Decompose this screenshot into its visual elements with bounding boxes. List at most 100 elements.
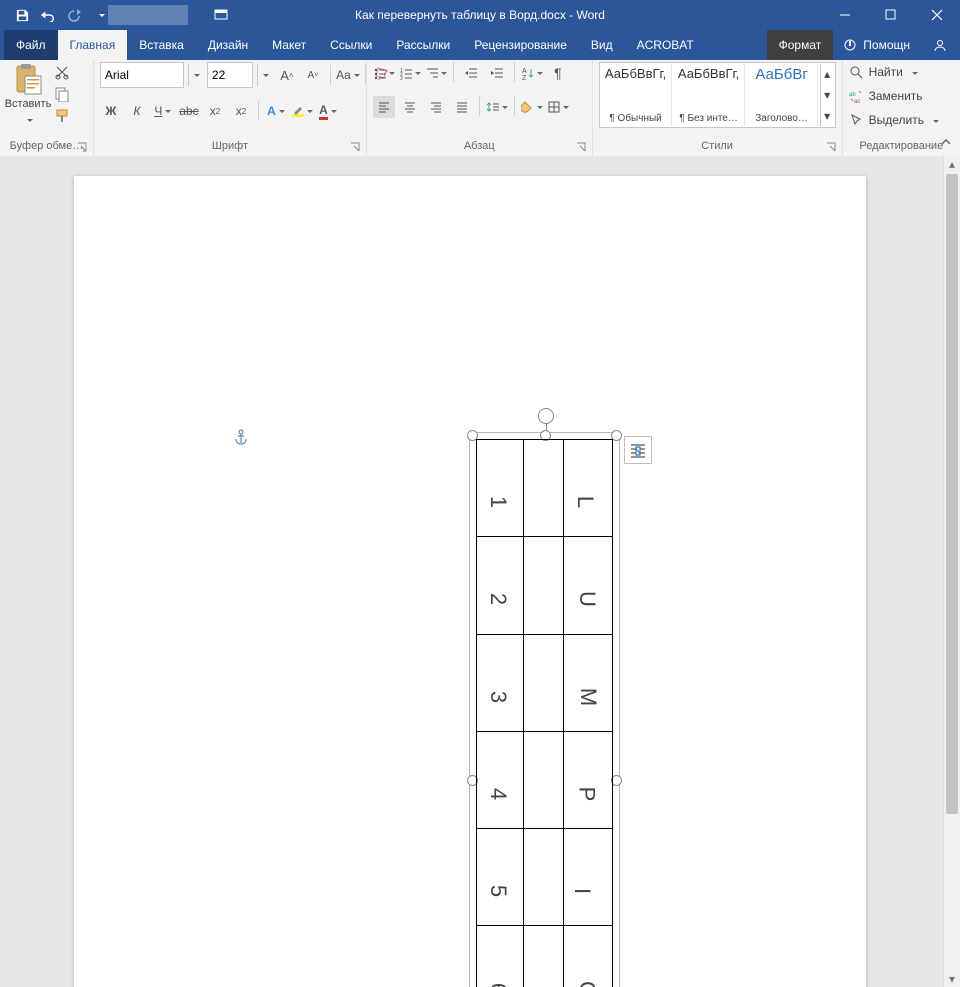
scroll-down-icon[interactable]: ▾ [944,971,960,987]
tab-mailings[interactable]: Рассылки [384,30,462,60]
vertical-scrollbar[interactable]: ▴ ▾ [943,156,960,987]
ribbon-display-options-icon[interactable] [198,0,244,30]
italic-icon[interactable]: К [126,100,148,122]
group-clipboard: Вставить Буфер обме… [0,60,94,156]
dialog-launcher-icon[interactable] [77,142,89,154]
select-label: Выделить [869,113,924,127]
style-no-spacing[interactable]: АаБбВвГг, ¶ Без инте… [674,64,745,126]
chevron-down-icon[interactable] [188,64,203,86]
dialog-launcher-icon[interactable] [826,142,838,154]
increase-indent-icon[interactable] [486,62,508,84]
group-paragraph-label: Абзац [464,140,495,152]
shading-icon[interactable] [521,96,543,118]
tab-review[interactable]: Рецензирование [462,30,579,60]
tab-acrobat[interactable]: ACROBAT [625,30,706,60]
tab-insert[interactable]: Вставка [127,30,196,60]
justify-icon[interactable] [451,96,473,118]
close-button[interactable] [914,0,960,30]
undo-icon[interactable] [40,7,56,23]
copy-icon[interactable] [54,86,70,102]
svg-text:Z: Z [522,75,527,80]
styles-gallery[interactable]: АаБбВвГг, ¶ Обычный АаБбВвГг, ¶ Без инте… [599,62,836,128]
scroll-thumb[interactable] [946,174,958,814]
table-cell: 4 [485,788,511,800]
subscript-icon[interactable]: x2 [204,100,226,122]
collapse-ribbon-icon[interactable] [936,132,956,152]
tab-references[interactable]: Ссылки [318,30,384,60]
strikethrough-icon[interactable]: abc [178,100,200,122]
title-bar: Как перевернуть таблицу в Ворд.docx - Wo… [0,0,960,30]
cut-icon[interactable] [54,64,70,80]
rotated-table[interactable]: 1L 2U 3M 4P 5I 6C 7S [476,439,613,987]
find-button[interactable]: Найти [849,62,939,82]
tab-design[interactable]: Дизайн [196,30,260,60]
replace-button[interactable]: abac Заменить [849,86,939,106]
paste-button[interactable]: Вставить [6,62,50,126]
gallery-scroll[interactable]: ▴ ▾ ▾ [820,64,834,126]
superscript-icon[interactable]: x2 [230,100,252,122]
share-button[interactable] [920,30,960,60]
style-sample: АаБбВвГг, [678,66,739,81]
account-box[interactable] [108,5,188,25]
text-effects-icon[interactable]: A [265,100,287,122]
maximize-button[interactable] [868,0,914,30]
tab-layout[interactable]: Макет [260,30,318,60]
save-icon[interactable] [14,7,30,23]
align-left-icon[interactable] [373,96,395,118]
minimize-button[interactable] [822,0,868,30]
table-cell: M [575,688,601,706]
font-name-input[interactable] [100,62,184,88]
document-area: 1L 2U 3M 4P 5I 6C 7S ▴ ▾ [0,156,960,987]
page[interactable]: 1L 2U 3M 4P 5I 6C 7S [74,176,866,987]
qat-more-icon[interactable] [92,7,108,23]
bullets-icon[interactable] [373,62,395,84]
tab-home[interactable]: Главная [58,30,128,60]
align-right-icon[interactable] [425,96,447,118]
ribbon: Вставить Буфер обме… A˄ A˅ Aa [0,60,960,157]
sort-icon[interactable]: AZ [521,62,543,84]
dialog-launcher-icon[interactable] [350,142,362,154]
bold-icon[interactable]: Ж [100,100,122,122]
borders-icon[interactable] [547,96,569,118]
group-editing-label: Редактирование [859,140,943,152]
tab-view[interactable]: Вид [579,30,625,60]
table-cell: 2 [485,593,511,605]
chevron-down-icon[interactable]: ▾ [820,85,834,106]
chevron-down-icon [24,112,33,126]
table-cell: C [574,981,600,987]
format-painter-icon[interactable] [54,108,70,124]
grow-font-icon[interactable]: A˄ [276,64,298,86]
numbering-icon[interactable]: 123 [399,62,421,84]
decrease-indent-icon[interactable] [460,62,482,84]
underline-icon[interactable]: Ч [152,100,174,122]
scroll-up-icon[interactable]: ▴ [944,156,960,172]
redo-icon[interactable] [66,7,82,23]
table-cell: U [574,591,600,607]
layout-options-button[interactable] [624,436,652,464]
rotate-handle[interactable] [538,408,554,424]
select-button[interactable]: Выделить [849,110,939,130]
tab-format[interactable]: Формат [767,30,834,60]
align-center-icon[interactable] [399,96,421,118]
find-label: Найти [869,65,903,79]
style-normal[interactable]: АаБбВвГг, ¶ Обычный [601,64,672,126]
font-color-icon[interactable]: A [317,100,339,122]
gallery-more-icon[interactable]: ▾ [820,105,834,126]
tab-file[interactable]: Файл [4,30,58,60]
change-case-icon[interactable]: Aa [337,64,359,86]
chevron-down-icon[interactable] [257,64,272,86]
chevron-up-icon[interactable]: ▴ [820,64,834,85]
font-size-input[interactable] [207,62,253,88]
line-spacing-icon[interactable] [486,96,508,118]
shrink-font-icon[interactable]: A˅ [302,64,324,86]
style-heading1[interactable]: АаБбВг Заголово… [747,64,818,126]
chevron-down-icon [909,65,918,79]
dialog-launcher-icon[interactable] [576,142,588,154]
show-marks-icon[interactable]: ¶ [547,62,569,84]
group-font: A˄ A˅ Aa Ж К Ч abc x2 x2 A A Шрифт [94,60,367,156]
highlight-icon[interactable] [291,100,313,122]
style-sample: АаБбВвГг, [605,66,666,81]
tell-me[interactable]: Помощн [833,30,920,60]
textbox-selection[interactable]: 1L 2U 3M 4P 5I 6C 7S [473,436,616,987]
multilevel-list-icon[interactable] [425,62,447,84]
